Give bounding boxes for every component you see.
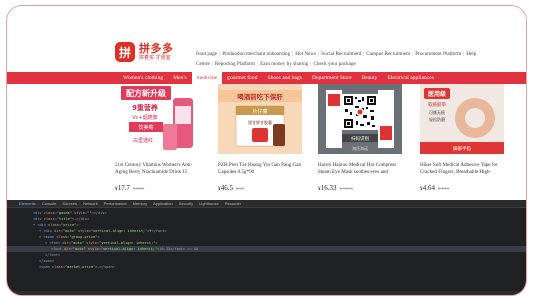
nav-item[interactable]: Beauty — [357, 72, 383, 84]
product-card[interactable]: 扫码识别 海氏海诺 Haishi Hainuo Medical Hot Comp… — [318, 84, 402, 192]
product-image-text: 软质胶带 — [428, 101, 446, 108]
product-image-text: Vc+烟酰胺 — [132, 114, 157, 121]
product-title[interactable]: Hiker Soft Medical Adhesive Tape for Cra… — [420, 162, 504, 176]
top-link[interactable]: Social Recruitment — [321, 51, 361, 57]
dom-node-line[interactable]: <span class="market-price">…</span> — [21, 264, 526, 270]
devtools-tab[interactable]: Console — [42, 201, 57, 206]
link-separator: | — [292, 51, 294, 57]
screenshot-frame: 拼 拼多多 拼着买·才便宜 front page | Pinduoduo merch… — [6, 5, 527, 296]
devtools-tab[interactable]: Memory — [133, 201, 147, 206]
product-image[interactable]: 医用级 软质胶带 可撕无痕 轻松防磨 脚部手指 — [420, 84, 504, 154]
product-image-text: 银甘胖甘胶囊 — [248, 119, 272, 125]
product-price: ¥4.64 — [420, 184, 435, 192]
product-image-text: 片仔癀 — [252, 108, 267, 115]
logo-name: 拼多多 — [139, 42, 174, 55]
devtools-breadcrumb-bar — [7, 291, 526, 295]
top-link[interactable]: front page — [196, 51, 217, 57]
product-image[interactable]: 喝酒前吃下保肝 片仔癀 银甘胖甘胶囊 — [218, 84, 302, 154]
product-price: ¥16.33 — [318, 184, 337, 192]
link-separator: | — [219, 51, 221, 57]
product-grid: 配方新升级 9重营养 Vc+烟酰胺 饮美莓 白里透红 21st Century … — [7, 84, 526, 200]
devtools-tab[interactable]: Lighthouse — [199, 201, 219, 206]
nav-item[interactable]: Men's — [168, 72, 191, 84]
devtools-panel: Elements Console Sources Network Performance… — [7, 200, 526, 295]
elements-tree: <div class="goods" style=""></div> <div c… — [7, 208, 526, 270]
product-image[interactable]: 配方新升级 9重营养 Vc+烟酰胺 饮美莓 白里透红 — [115, 84, 199, 154]
product-card[interactable]: 配方新升级 9重营养 Vc+烟酰胺 饮美莓 白里透红 21st Century … — [115, 84, 199, 192]
product-image-text: 饮美莓 — [138, 124, 153, 131]
product-old-price: ¥ 19.9 — [438, 186, 450, 191]
nav-item[interactable]: medicine — [191, 72, 223, 84]
product-image-text: 医用级 — [428, 90, 446, 98]
link-separator: | — [412, 51, 414, 57]
product-card[interactable]: 喝酒前吃下保肝 片仔癀 银甘胖甘胶囊 PZH Pien Tze Huang Yi… — [218, 84, 302, 192]
top-link[interactable]: Reporting Platform — [215, 61, 255, 67]
devtools-tabs: Elements Console Sources Network Performance… — [7, 200, 526, 208]
product-image-text: 白里透红 — [133, 137, 153, 144]
product-title[interactable]: PZH Pien Tze Huang Yin Gan Pang Gan Caps… — [218, 162, 302, 176]
top-link[interactable]: Pinduoduo merchant onboarding — [222, 51, 290, 57]
category-nav: Women's clothing Men's medicine gourmet foo… — [7, 72, 526, 84]
logo-tagline: 拼着买·才便宜 — [139, 55, 171, 61]
product-old-price: ¥ 58 — [236, 186, 244, 191]
top-link[interactable]: Campus Recruitment — [366, 51, 410, 57]
nav-item[interactable]: gourmet food — [222, 72, 262, 84]
product-image-text: 喝酒前吃下保肝 — [237, 92, 283, 101]
link-separator: | — [318, 51, 320, 57]
product-image-text: 扫码识别 — [351, 135, 369, 142]
link-separator: | — [463, 51, 465, 57]
product-image-text: 可撕无痕 — [429, 109, 445, 115]
product-image-text: 轻松防磨 — [429, 116, 445, 122]
product-price: ¥17.7 — [115, 184, 130, 192]
product-price: ¥46.5 — [218, 184, 233, 192]
devtools-tab[interactable]: Elements — [19, 201, 36, 206]
product-image-text: 9重营养 — [132, 103, 158, 112]
product-image[interactable]: 扫码识别 海氏海诺 — [318, 84, 402, 154]
site-logo[interactable]: 拼 拼多多 拼着买·才便宜 — [115, 42, 174, 62]
product-title[interactable]: 21st Century Vitamins Women's Anti-Aging… — [115, 162, 199, 176]
product-old-price: ¥ 99.9 — [133, 186, 145, 191]
top-link[interactable]: Earn money by sharing — [260, 61, 308, 67]
link-separator: | — [310, 61, 312, 67]
product-image-text: 配方新升级 — [126, 88, 167, 98]
devtools-tab[interactable]: Sources — [62, 201, 77, 206]
nav-item[interactable]: Shoes and bags — [262, 72, 307, 84]
logo-icon: 拼 — [115, 42, 135, 62]
devtools-tab[interactable]: Application — [153, 201, 173, 206]
nav-item[interactable]: Electrical appliances — [382, 72, 438, 84]
top-link[interactable]: Hot News — [295, 51, 316, 57]
top-link[interactable]: Check your package — [313, 61, 355, 67]
link-separator: | — [257, 61, 259, 67]
nav-item[interactable]: Department Store — [307, 72, 357, 84]
top-links: front page | Pinduoduo merchant onboarding… — [196, 49, 508, 69]
nav-item[interactable]: Women's clothing — [118, 72, 168, 84]
devtools-tab[interactable]: Performance — [104, 201, 127, 206]
link-separator: | — [363, 51, 365, 57]
product-image-text: 脚部手指 — [453, 145, 471, 152]
devtools-tab[interactable]: Recorder — [225, 201, 241, 206]
product-card[interactable]: 医用级 软质胶带 可撕无痕 轻松防磨 脚部手指 Hiker Soft Medic… — [420, 84, 504, 192]
devtools-tab[interactable]: Network — [83, 201, 98, 206]
product-image-text: 海氏海诺 — [352, 145, 368, 151]
link-separator: | — [211, 61, 213, 67]
product-title[interactable]: Haishi Hainuo Medical Hot Compress Steam… — [318, 162, 402, 176]
product-old-price: ¥ 119.6 — [339, 186, 353, 191]
site-header: 拼 拼多多 拼着买·才便宜 front page | Pinduoduo merch… — [7, 6, 526, 72]
top-link[interactable]: Procurement Platform — [415, 51, 461, 57]
devtools-tab[interactable]: Security — [179, 201, 193, 206]
